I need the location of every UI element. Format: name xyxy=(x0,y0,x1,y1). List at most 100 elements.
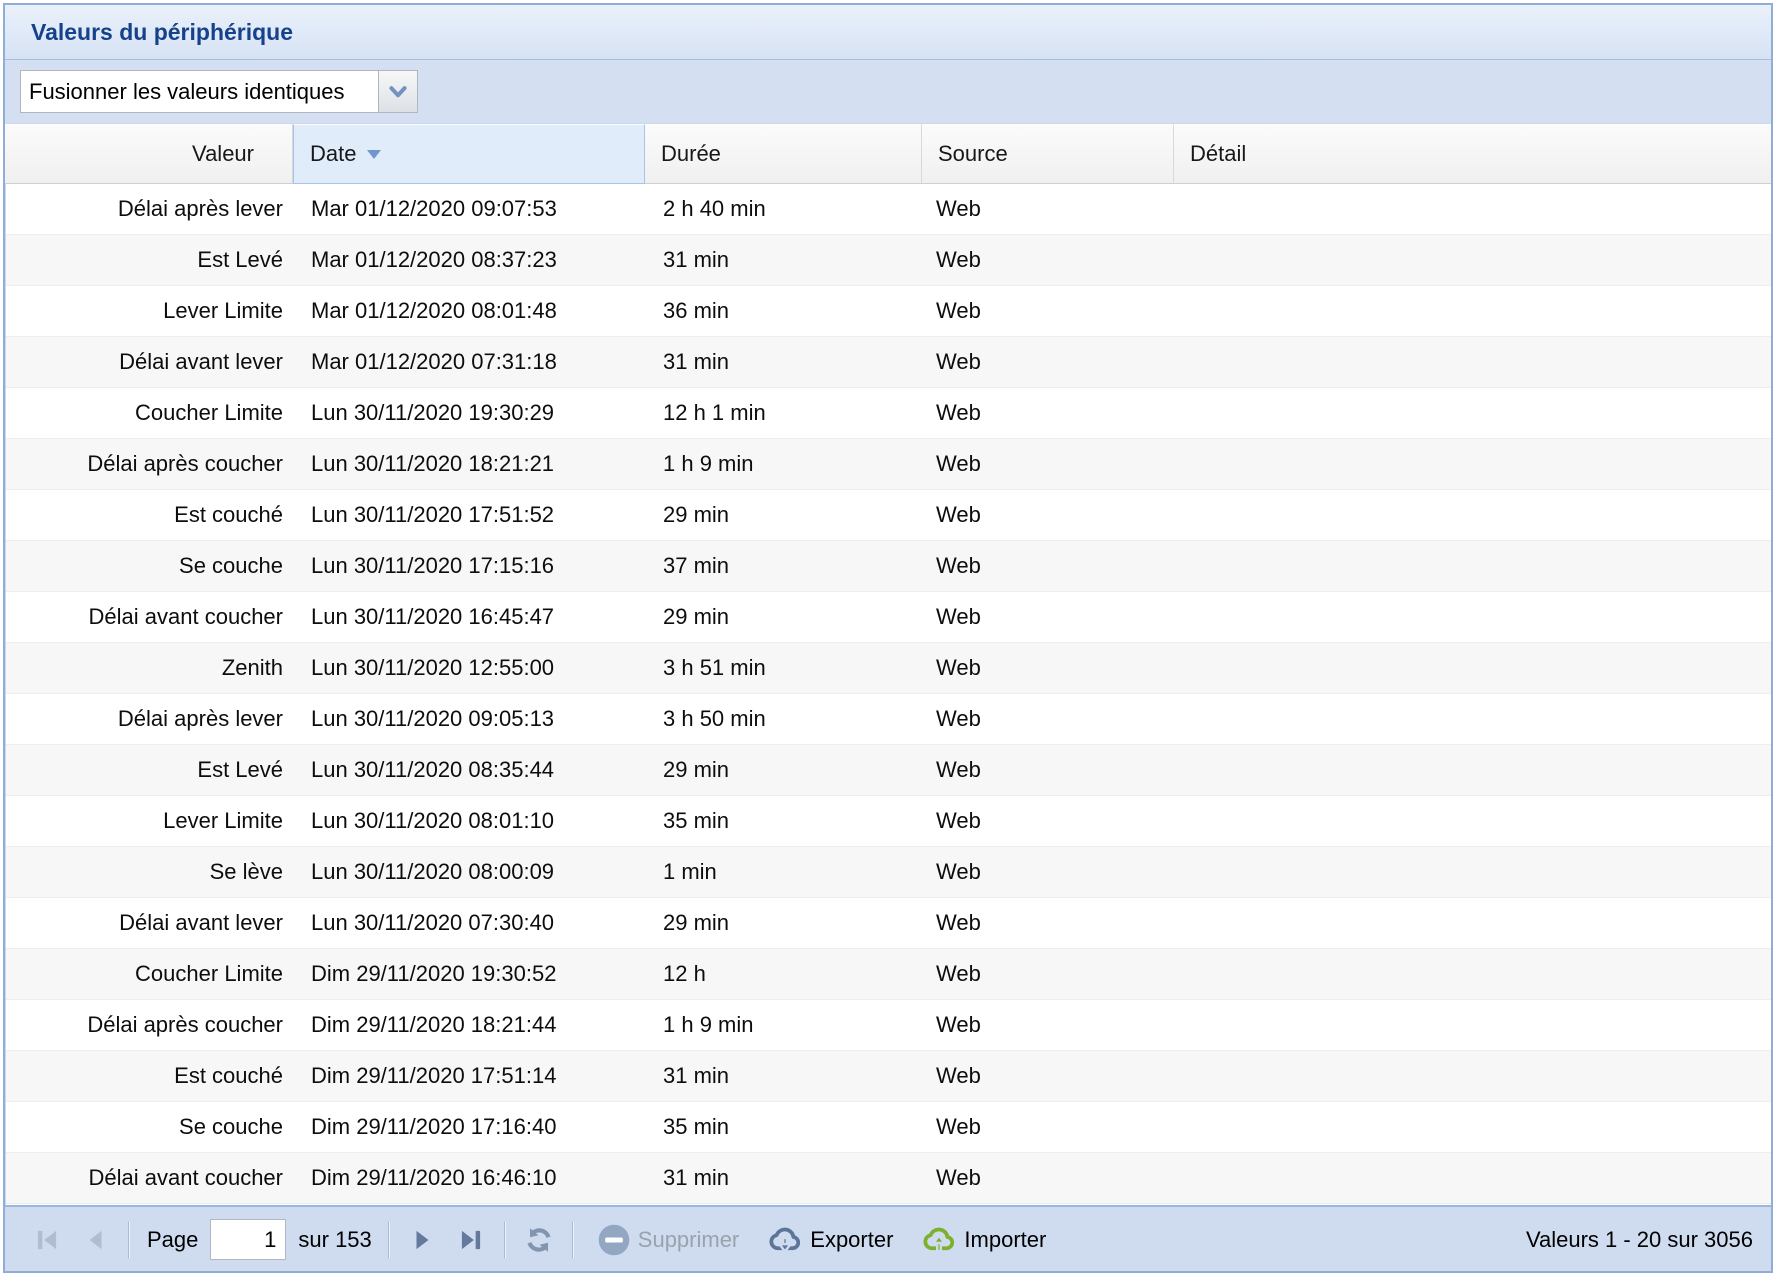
column-header-detail[interactable]: Détail xyxy=(1174,124,1771,184)
table-row[interactable]: Délai avant leverLun 30/11/2020 07:30:40… xyxy=(6,898,1771,949)
previous-page-button[interactable] xyxy=(74,1219,116,1261)
cell-detail xyxy=(1174,745,1771,795)
cell-date: Lun 30/11/2020 16:45:47 xyxy=(293,592,645,642)
column-header-valeur[interactable]: Valeur xyxy=(5,124,293,184)
cell-source: Web xyxy=(922,1102,1174,1152)
cell-source: Web xyxy=(922,388,1174,438)
table-row[interactable]: Est couchéLun 30/11/2020 17:51:5229 minW… xyxy=(6,490,1771,541)
table-row[interactable]: ZenithLun 30/11/2020 12:55:003 h 51 minW… xyxy=(6,643,1771,694)
merge-values-input[interactable] xyxy=(20,70,378,113)
cloud-download-icon xyxy=(767,1225,803,1255)
next-page-button[interactable] xyxy=(402,1219,444,1261)
export-button[interactable]: Exporter xyxy=(767,1225,893,1255)
refresh-icon xyxy=(525,1226,553,1254)
cell-date: Dim 29/11/2020 19:30:52 xyxy=(293,949,645,999)
table-row[interactable]: Est couchéDim 29/11/2020 17:51:1431 minW… xyxy=(6,1051,1771,1102)
cell-date: Lun 30/11/2020 08:35:44 xyxy=(293,745,645,795)
cell-valeur: Est couché xyxy=(6,1051,293,1101)
cell-source: Web xyxy=(922,847,1174,897)
column-header-date[interactable]: Date xyxy=(293,124,645,184)
table-row[interactable]: Délai après leverMar 01/12/2020 09:07:53… xyxy=(6,184,1771,235)
cell-valeur: Est Levé xyxy=(6,745,293,795)
table-row[interactable]: Se lèveLun 30/11/2020 08:00:091 minWeb xyxy=(6,847,1771,898)
delete-button[interactable]: Supprimer xyxy=(597,1223,739,1257)
toolbar-separator xyxy=(388,1222,390,1258)
cell-detail xyxy=(1174,439,1771,489)
cell-duree: 31 min xyxy=(645,235,922,285)
paging-toolbar: Page sur 153 xyxy=(5,1205,1771,1272)
cell-source: Web xyxy=(922,1000,1174,1050)
table-row[interactable]: Lever LimiteLun 30/11/2020 08:01:1035 mi… xyxy=(6,796,1771,847)
cell-date: Mar 01/12/2020 09:07:53 xyxy=(293,184,645,234)
table-row[interactable]: Se coucheLun 30/11/2020 17:15:1637 minWe… xyxy=(6,541,1771,592)
cell-source: Web xyxy=(922,337,1174,387)
table-row[interactable]: Lever LimiteMar 01/12/2020 08:01:4836 mi… xyxy=(6,286,1771,337)
import-button[interactable]: Importer xyxy=(921,1225,1046,1255)
last-page-button[interactable] xyxy=(450,1219,492,1261)
first-page-button[interactable] xyxy=(26,1219,68,1261)
cell-date: Lun 30/11/2020 09:05:13 xyxy=(293,694,645,744)
table-row[interactable]: Coucher LimiteLun 30/11/2020 19:30:2912 … xyxy=(6,388,1771,439)
toolbar-separator xyxy=(572,1222,574,1258)
cell-duree: 31 min xyxy=(645,337,922,387)
cell-source: Web xyxy=(922,1051,1174,1101)
table-row[interactable]: Délai avant coucherLun 30/11/2020 16:45:… xyxy=(6,592,1771,643)
cell-valeur: Se couche xyxy=(6,1102,293,1152)
first-page-icon xyxy=(34,1227,60,1253)
cell-source: Web xyxy=(922,286,1174,336)
cell-date: Dim 29/11/2020 17:16:40 xyxy=(293,1102,645,1152)
table-row[interactable]: Délai après leverLun 30/11/2020 09:05:13… xyxy=(6,694,1771,745)
table-row[interactable]: Délai après coucherDim 29/11/2020 18:21:… xyxy=(6,1000,1771,1051)
cell-date: Lun 30/11/2020 18:21:21 xyxy=(293,439,645,489)
cell-duree: 29 min xyxy=(645,745,922,795)
cell-detail xyxy=(1174,847,1771,897)
cell-duree: 29 min xyxy=(645,898,922,948)
cell-source: Web xyxy=(922,439,1174,489)
combobox-dropdown-trigger[interactable] xyxy=(378,70,418,113)
cell-source: Web xyxy=(922,643,1174,693)
cell-valeur: Zenith xyxy=(6,643,293,693)
table-row[interactable]: Est LevéLun 30/11/2020 08:35:4429 minWeb xyxy=(6,745,1771,796)
cell-date: Lun 30/11/2020 17:51:52 xyxy=(293,490,645,540)
cell-source: Web xyxy=(922,745,1174,795)
cell-detail xyxy=(1174,235,1771,285)
cell-source: Web xyxy=(922,898,1174,948)
cell-valeur: Délai avant coucher xyxy=(6,1153,293,1203)
cell-valeur: Délai avant lever xyxy=(6,898,293,948)
cell-duree: 29 min xyxy=(645,592,922,642)
cell-duree: 1 h 9 min xyxy=(645,439,922,489)
cell-valeur: Délai avant lever xyxy=(6,337,293,387)
cloud-upload-icon xyxy=(921,1225,957,1255)
cell-duree: 12 h xyxy=(645,949,922,999)
page-number-input[interactable] xyxy=(210,1219,286,1260)
cell-detail xyxy=(1174,541,1771,591)
cell-detail xyxy=(1174,1153,1771,1203)
table-row[interactable]: Se coucheDim 29/11/2020 17:16:4035 minWe… xyxy=(6,1102,1771,1153)
cell-source: Web xyxy=(922,235,1174,285)
cell-duree: 3 h 50 min xyxy=(645,694,922,744)
cell-valeur: Est Levé xyxy=(6,235,293,285)
cell-valeur: Délai après lever xyxy=(6,694,293,744)
table-row[interactable]: Est LevéMar 01/12/2020 08:37:2331 minWeb xyxy=(6,235,1771,286)
cell-duree: 36 min xyxy=(645,286,922,336)
table-row[interactable]: Délai avant leverMar 01/12/2020 07:31:18… xyxy=(6,337,1771,388)
cell-valeur: Lever Limite xyxy=(6,796,293,846)
minus-circle-icon xyxy=(597,1223,631,1257)
page-title: Valeurs du périphérique xyxy=(31,19,293,46)
cell-source: Web xyxy=(922,796,1174,846)
cell-source: Web xyxy=(922,184,1174,234)
table-row[interactable]: Délai après coucherLun 30/11/2020 18:21:… xyxy=(6,439,1771,490)
refresh-button[interactable] xyxy=(518,1219,560,1261)
table-row[interactable]: Délai avant coucherDim 29/11/2020 16:46:… xyxy=(6,1153,1771,1204)
cell-source: Web xyxy=(922,949,1174,999)
cell-duree: 35 min xyxy=(645,1102,922,1152)
cell-detail xyxy=(1174,1102,1771,1152)
cell-source: Web xyxy=(922,592,1174,642)
cell-duree: 31 min xyxy=(645,1153,922,1203)
panel-titlebar: Valeurs du périphérique xyxy=(5,5,1771,60)
column-header-duree[interactable]: Durée xyxy=(645,124,922,184)
record-range-label: Valeurs 1 - 20 sur 3056 xyxy=(1526,1227,1753,1253)
last-page-icon xyxy=(458,1227,484,1253)
column-header-source[interactable]: Source xyxy=(922,124,1174,184)
table-row[interactable]: Coucher LimiteDim 29/11/2020 19:30:5212 … xyxy=(6,949,1771,1000)
